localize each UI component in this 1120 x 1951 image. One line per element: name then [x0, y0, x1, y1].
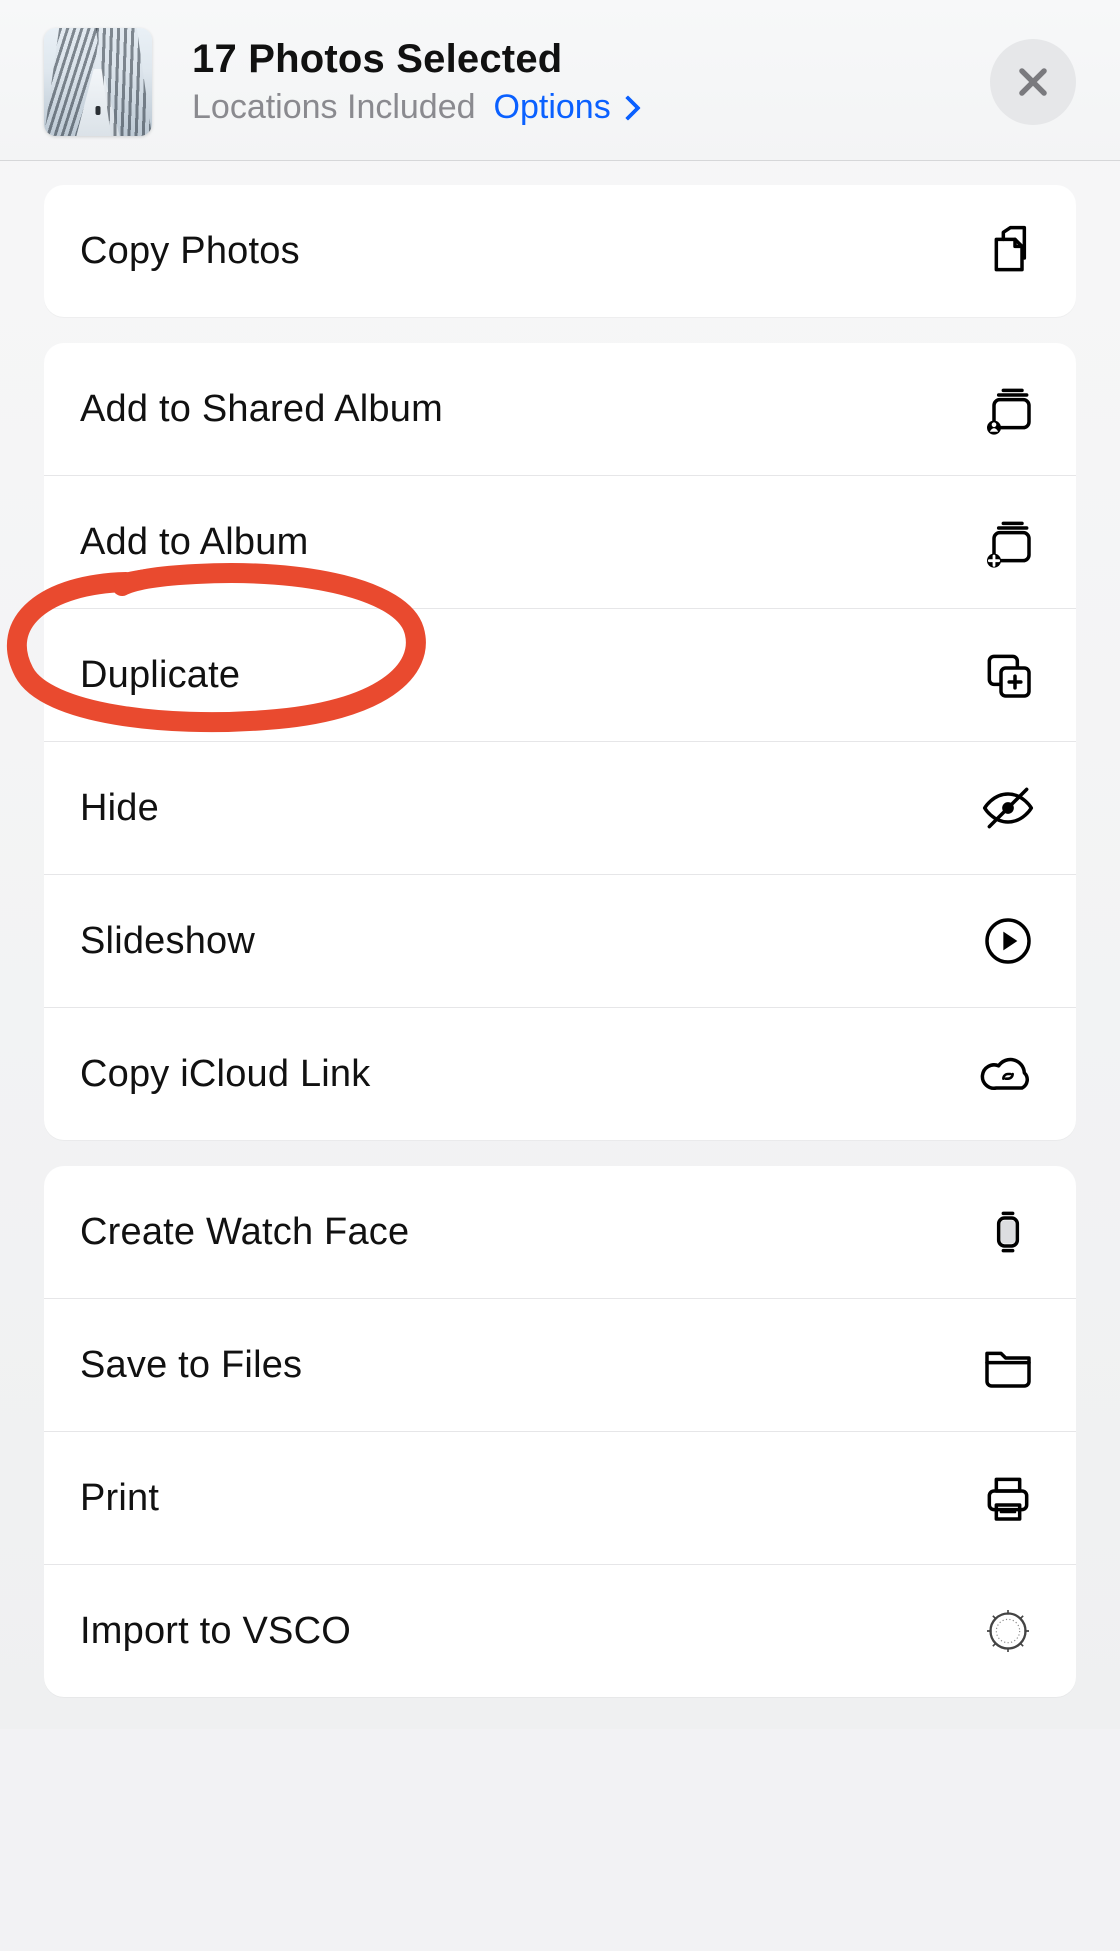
- action-label: Hide: [80, 787, 159, 830]
- add-to-album-row[interactable]: Add to Album: [44, 475, 1076, 608]
- share-sheet: 17 Photos Selected Locations Included Op…: [0, 0, 1120, 1729]
- copy-icloud-link-row[interactable]: Copy iCloud Link: [44, 1007, 1076, 1140]
- add-album-icon: [976, 510, 1040, 574]
- printer-icon: [976, 1466, 1040, 1530]
- share-header: 17 Photos Selected Locations Included Op…: [0, 0, 1120, 161]
- locations-included-label: Locations Included: [192, 88, 476, 127]
- header-subline: Locations Included Options: [192, 88, 990, 127]
- cloud-link-icon: [976, 1042, 1040, 1106]
- actions-group: Create Watch Face Save to Files: [44, 1166, 1076, 1697]
- import-to-vsco-row[interactable]: Import to VSCO: [44, 1564, 1076, 1697]
- copy-photos-row[interactable]: Copy Photos: [44, 185, 1076, 317]
- play-circle-icon: [976, 909, 1040, 973]
- close-button[interactable]: [990, 39, 1076, 125]
- duplicate-row[interactable]: Duplicate: [44, 608, 1076, 741]
- action-label: Add to Album: [80, 521, 308, 564]
- options-label: Options: [494, 88, 611, 127]
- header-titles: 17 Photos Selected Locations Included Op…: [192, 37, 990, 127]
- create-watch-face-row[interactable]: Create Watch Face: [44, 1166, 1076, 1298]
- vsco-icon: [976, 1599, 1040, 1663]
- slideshow-row[interactable]: Slideshow: [44, 874, 1076, 1007]
- options-link[interactable]: Options: [494, 88, 637, 127]
- copy-pages-icon: [976, 219, 1040, 283]
- action-label: Create Watch Face: [80, 1211, 409, 1254]
- print-row[interactable]: Print: [44, 1431, 1076, 1564]
- hide-row[interactable]: Hide: [44, 741, 1076, 874]
- action-label: Copy Photos: [80, 230, 300, 273]
- close-icon: [1014, 63, 1052, 101]
- selection-count-title: 17 Photos Selected: [192, 37, 990, 82]
- watch-icon: [976, 1200, 1040, 1264]
- selection-thumbnail: [44, 28, 152, 136]
- action-label: Import to VSCO: [80, 1610, 351, 1653]
- save-to-files-row[interactable]: Save to Files: [44, 1298, 1076, 1431]
- action-label: Duplicate: [80, 654, 240, 697]
- actions-group: Add to Shared Album Add to Album: [44, 343, 1076, 1140]
- eye-slash-icon: [976, 776, 1040, 840]
- action-label: Slideshow: [80, 920, 255, 963]
- action-label: Save to Files: [80, 1344, 302, 1387]
- action-label: Copy iCloud Link: [80, 1053, 370, 1096]
- duplicate-plus-icon: [976, 643, 1040, 707]
- folder-icon: [976, 1333, 1040, 1397]
- actions-group: Copy Photos: [44, 185, 1076, 317]
- action-label: Print: [80, 1477, 159, 1520]
- chevron-right-icon: [615, 95, 640, 120]
- actions-container: Copy Photos Add to Shared Album: [0, 161, 1120, 1729]
- shared-album-icon: [976, 377, 1040, 441]
- action-label: Add to Shared Album: [80, 388, 443, 431]
- add-to-shared-album-row[interactable]: Add to Shared Album: [44, 343, 1076, 475]
